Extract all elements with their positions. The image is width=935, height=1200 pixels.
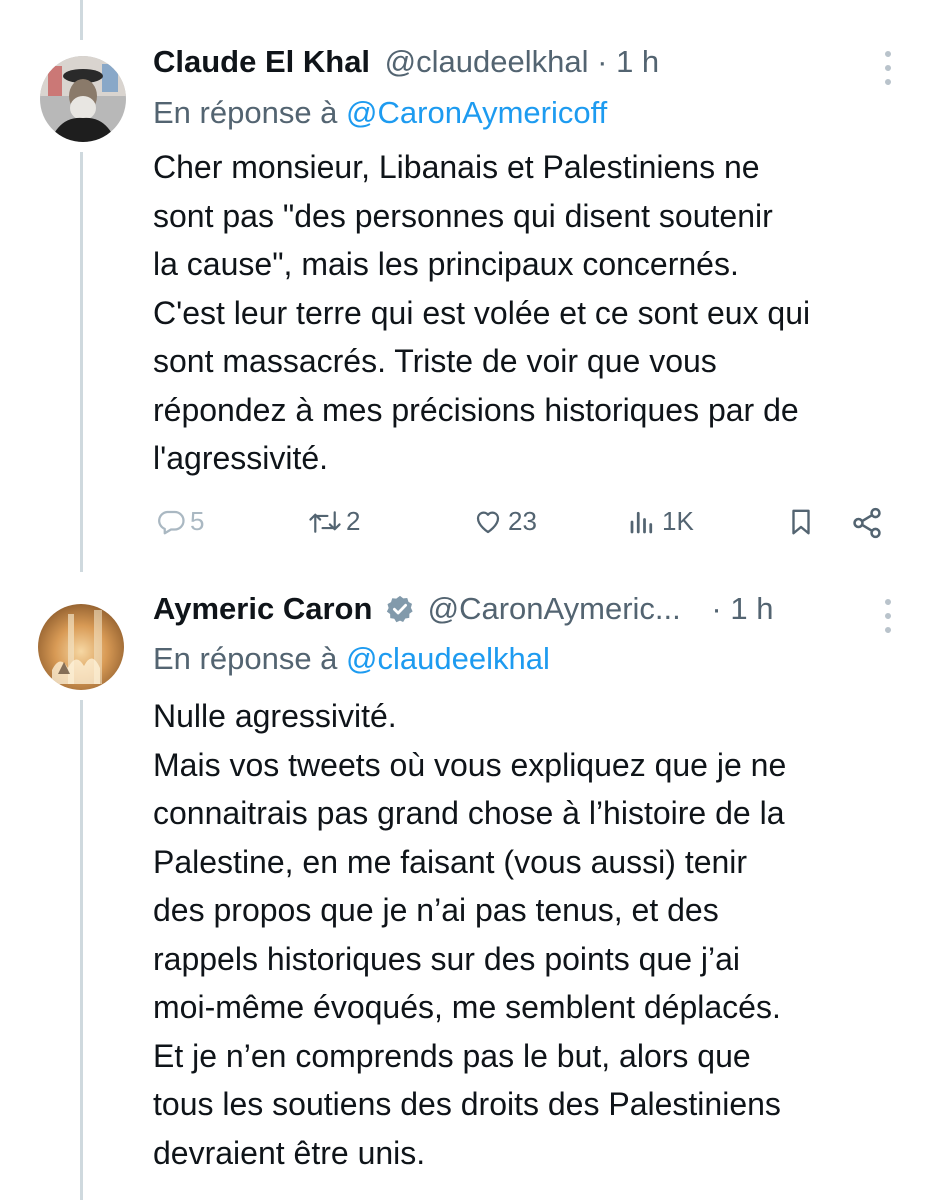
reply-mention-link[interactable]: @claudeelkhal: [346, 641, 550, 676]
analytics-icon: [630, 511, 653, 533]
avatar[interactable]: [38, 604, 124, 690]
user-handle[interactable]: @CaronAymeric...: [428, 591, 681, 626]
retweet-count: 2: [346, 506, 361, 536]
dot-icon: [885, 627, 891, 633]
more-options-button[interactable]: [883, 51, 893, 85]
reply-prefix: En réponse à: [153, 641, 338, 676]
tweet-text: Nulle agressivité. Mais vos tweets où vo…: [153, 698, 787, 1171]
verified-badge-icon: [386, 595, 413, 623]
heart-icon: [476, 511, 500, 533]
timestamp[interactable]: 1 h: [730, 591, 773, 626]
reply-context: En réponse à @CaronAymericoff: [153, 93, 607, 133]
tweet-claude-el-khal[interactable]: Claude El Khal @claudeelkhal · 1 h En ré…: [0, 0, 935, 575]
dot-icon: [885, 65, 891, 71]
like-button[interactable]: 23: [472, 506, 537, 537]
reply-count: 5: [190, 506, 205, 536]
reply-prefix: En réponse à: [153, 95, 338, 130]
tweet-header: Aymeric Caron @CaronAymeric... · 1 h: [153, 589, 773, 629]
user-handle[interactable]: @claudeelkhal: [385, 44, 589, 79]
bookmark-icon: [792, 509, 810, 535]
dot-icon: [885, 613, 891, 619]
like-count: 23: [508, 506, 537, 536]
bookmark-button[interactable]: [786, 506, 816, 538]
display-name[interactable]: Claude El Khal: [153, 44, 370, 79]
views-button[interactable]: 1K: [626, 506, 694, 537]
more-options-button[interactable]: [883, 599, 893, 633]
dot-icon: [885, 79, 891, 85]
share-icon: [853, 507, 881, 539]
share-button[interactable]: [850, 506, 884, 540]
tweet-text: Cher monsieur, Libanais et Palestiniens …: [153, 149, 811, 476]
separator: ·: [597, 44, 608, 79]
dot-icon: [885, 51, 891, 57]
reply-context: En réponse à @claudeelkhal: [153, 639, 550, 679]
tweet-actions: 5 2 23 1K: [0, 500, 935, 550]
timestamp[interactable]: 1 h: [616, 44, 659, 79]
retweet-button[interactable]: 2: [308, 506, 360, 537]
reply-mention-link[interactable]: @CaronAymericoff: [346, 95, 607, 130]
tweet-aymeric-caron[interactable]: Aymeric Caron @CaronAymeric... · 1 h En …: [0, 575, 935, 1200]
dot-icon: [885, 599, 891, 605]
reply-button[interactable]: 5: [156, 506, 204, 537]
avatar[interactable]: [40, 56, 126, 142]
tweet-header: Claude El Khal @claudeelkhal · 1 h: [153, 42, 659, 82]
separator: ·: [711, 591, 722, 626]
retweet-icon: [309, 510, 341, 533]
display-name[interactable]: Aymeric Caron: [153, 591, 372, 626]
view-count: 1K: [662, 506, 694, 536]
reply-icon: [158, 510, 185, 534]
